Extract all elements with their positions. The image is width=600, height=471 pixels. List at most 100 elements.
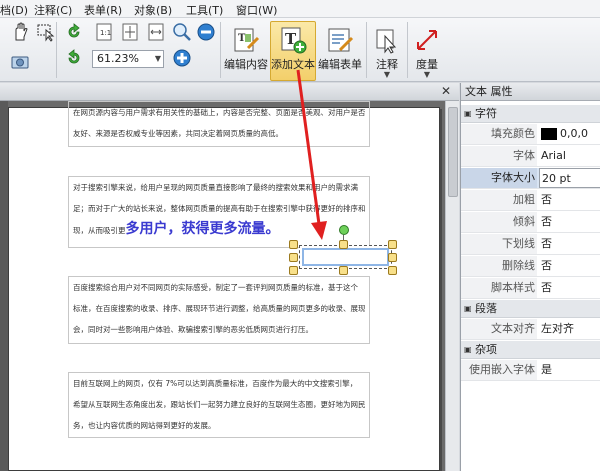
paragraph-line: 在网页源内容与用户需求有用关性的基础上，内容是否完整、页面是否美观、对用户是否 [73,108,365,117]
camera-icon[interactable] [10,52,30,72]
document-titlebar: ✕ [0,83,459,101]
prop-italic[interactable]: 倾斜 否 [461,212,600,233]
menu-object[interactable]: 对象(B) [134,2,172,18]
color-swatch [541,128,557,140]
highlight-text: 多用户，获得更多流量。 [125,221,280,237]
actual-size-icon[interactable]: 1:1 [94,22,114,42]
close-icon[interactable]: ✕ [439,84,453,98]
resize-handle-s[interactable] [339,266,348,275]
prop-value[interactable]: 否 [539,212,600,232]
prop-key: 删除线 [461,256,537,276]
paragraph-line: 百度搜索综合用户对不同网页的实际感受，制定了一套评判网页质量的标准，基于这个 [73,283,358,292]
edit-content-icon: T [232,26,260,54]
prop-value[interactable]: 是 [539,360,600,380]
paragraph-line: 务，也让内容优质的网站得到更好的发展。 [73,421,216,430]
paragraph-line: 友好、来源是否权威专业等因素，共同决定着网页质量的高低。 [73,129,283,138]
prop-key: 加粗 [461,190,537,210]
zoom-level-value: 61.23% [97,52,139,65]
rotate-ccw-icon[interactable] [64,48,84,68]
prop-value[interactable]: 否 [539,234,600,254]
menu-window[interactable]: 窗口(W) [236,2,277,18]
menu-tools[interactable]: 工具(T) [186,2,223,18]
collapse-icon: ▣ [464,345,472,354]
prop-value[interactable]: 否 [539,256,600,276]
prop-underline[interactable]: 下划线 否 [461,234,600,255]
prop-bold[interactable]: 加粗 否 [461,190,600,211]
measure-button[interactable]: 度量 ▼ [410,21,444,81]
prop-value[interactable]: 否 [539,190,600,210]
prop-key: 文本对齐 [461,319,537,339]
svg-text:T: T [238,33,246,44]
fit-page-icon[interactable] [120,22,140,42]
select-tool-icon[interactable] [36,22,56,42]
properties-title: 文本 属性 [461,83,600,101]
hand-tool-icon[interactable] [10,22,30,42]
resize-handle-ne[interactable] [388,240,397,249]
properties-panel: 文本 属性 ▣ 字符 填充颜色 0,0,0 字体 Arial 字体大小 20 pt… [460,83,600,471]
prop-value-text: 0,0,0 [560,127,588,140]
scroll-thumb[interactable] [448,107,458,197]
prop-font[interactable]: 字体 Arial [461,146,600,167]
resize-handle-nw[interactable] [289,240,298,249]
edit-content-button[interactable]: T 编辑内容 [223,21,269,81]
prop-key: 倾斜 [461,212,537,232]
edit-form-button[interactable]: 编辑表单 [317,21,363,81]
prop-key: 使用嵌入字体 [461,360,537,380]
text-box-input[interactable] [302,248,389,266]
vertical-scrollbar[interactable] [445,101,459,471]
paragraph-line: 足；而对于广大的站长来说，整体网页质量的提高有助于在搜索引擎中获得更好的排序和展 [73,204,365,213]
prop-embed-font[interactable]: 使用嵌入字体 是 [461,360,600,381]
page-edge [0,101,8,471]
rotation-handle[interactable] [339,225,349,235]
menu-document[interactable]: 档(D) [0,2,28,18]
prop-value[interactable]: 左对齐 [539,319,600,339]
prop-value[interactable]: 否 [539,278,600,298]
resize-handle-e[interactable] [388,253,397,262]
prop-key: 脚本样式 [461,278,537,298]
paragraph-line: 现，从而吸引更多用户，获得更多流量。 [73,219,365,241]
section-character[interactable]: ▣ 字符 [461,105,600,123]
annotate-button[interactable]: 注释 ▼ [370,21,404,81]
resize-handle-n[interactable] [339,240,348,249]
prop-script-style[interactable]: 脚本样式 否 [461,278,600,299]
collapse-icon: ▣ [464,109,472,118]
prop-fill-color[interactable]: 填充颜色 0,0,0 [461,124,600,145]
prop-font-size[interactable]: 字体大小 20 pt [461,168,600,189]
zoom-plus-icon[interactable] [172,48,192,68]
edit-content-label: 编辑内容 [224,58,268,71]
paragraph-line: 标准，在百度搜索的收录、排序、展现环节进行调整，给高质量的网页更多的收录、展现机 [73,304,365,313]
paragraph-line: 对于搜索引擎来说，给用户呈现的网页质量直接影响了最终的搜索效果和用户的需求满 [73,183,358,192]
prop-value[interactable]: Arial [539,146,600,166]
add-text-label: 添加文本 [271,58,315,71]
fit-width-icon[interactable] [146,22,166,42]
resize-handle-w[interactable] [289,253,298,262]
paragraph-4[interactable]: 目前互联网上的网页，仅有 7%可以达到高质量标准，百度作为最大的中文搜索引擎， … [68,372,370,438]
prop-value[interactable]: 20 pt [539,168,600,188]
resize-handle-se[interactable] [388,266,397,275]
section-paragraph[interactable]: ▣ 段落 [461,300,600,318]
menu-form[interactable]: 表单(R) [84,2,122,18]
prop-strikethrough[interactable]: 删除线 否 [461,256,600,277]
caret-down-icon: ▼ [423,70,431,79]
prop-text-align[interactable]: 文本对齐 左对齐 [461,319,600,340]
prop-key: 填充颜色 [461,124,537,144]
svg-text:1:1: 1:1 [100,29,111,37]
zoom-level-select[interactable]: 61.23% ▼ [92,50,164,68]
paragraph-line: 目前互联网上的网页，仅有 7%可以达到高质量标准，百度作为最大的中文搜索引擎， [73,379,358,388]
paragraph-2[interactable]: 对于搜索引擎来说，给用户呈现的网页质量直接影响了最终的搜索效果和用户的需求满 足… [68,176,370,248]
rotate-cw-icon[interactable] [64,22,84,42]
zoom-out-icon[interactable] [196,22,216,42]
toolbar: 1:1 61.23% ▼ T 编辑内容 T 添加文本 编辑表单 注释 ▼ 度量 … [0,18,600,82]
section-label: 杂项 [475,343,497,356]
zoom-in-icon[interactable] [172,22,192,42]
paragraph-3[interactable]: 百度搜索综合用户对不同网页的实际感受，制定了一套评判网页质量的标准，基于这个 标… [68,276,370,344]
add-text-button[interactable]: T 添加文本 [270,21,316,81]
section-misc[interactable]: ▣ 杂项 [461,341,600,359]
paragraph-1[interactable]: 在网页源内容与用户需求有用关性的基础上，内容是否完整、页面是否美观、对用户是否 … [68,101,370,147]
menu-annotate[interactable]: 注释(C) [34,2,72,18]
prop-key: 字体 [461,146,537,166]
add-text-icon: T [279,26,307,54]
prop-value[interactable]: 0,0,0 [539,124,600,144]
resize-handle-sw[interactable] [289,266,298,275]
edit-form-label: 编辑表单 [318,58,362,71]
